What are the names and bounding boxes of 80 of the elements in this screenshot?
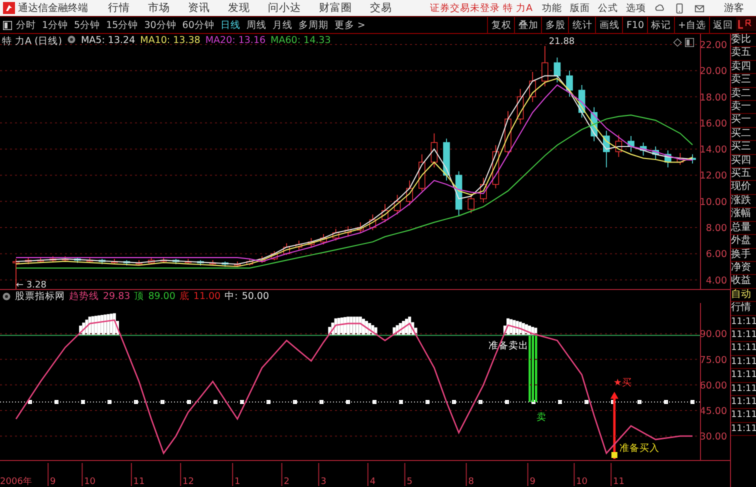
quote-label: 涨幅 (731, 208, 756, 222)
quote-label: 买三 (731, 141, 756, 155)
date-label: 4 (370, 477, 376, 487)
indicator-value: 底 (179, 290, 190, 303)
axis-label: 45.00 (700, 406, 727, 417)
indicator-value: 中: (224, 290, 238, 303)
quote-label: 卖三 (731, 74, 756, 88)
quote-label: 卖四 (731, 60, 756, 74)
quote-label: 买二 (731, 128, 756, 142)
trade-time: 11:11 (731, 422, 756, 436)
app-title: 通达信金融终端 (18, 2, 88, 15)
quote-label: 净资 (731, 262, 756, 276)
price-annotation: ← 3.28 (16, 280, 46, 289)
trade-time: 11:11 (731, 382, 756, 396)
stock-name: 特 力A (日线) (2, 35, 62, 48)
axis-label: 14.00 (700, 144, 727, 156)
axis-label: 90.00 (700, 329, 727, 340)
date-label: 1 (234, 477, 240, 487)
axis-label: 4.00 (706, 275, 727, 286)
indicator-value: 50.00 (242, 291, 270, 302)
axis-label: 10.00 (700, 196, 727, 208)
signal-mark: 卖 (536, 412, 547, 423)
quote-label: 换手 (731, 248, 756, 262)
date-label: 10 (84, 477, 96, 487)
quote-label: 卖五 (731, 47, 756, 61)
quote-label: 卖二 (731, 88, 756, 102)
login-status: 证券交易未登录 特 力A (430, 2, 533, 14)
trade-time: 11:11 (731, 316, 756, 329)
ma-value: MA20: 13.16 (205, 35, 266, 48)
quote-label: 外盘 (731, 235, 756, 248)
signal-label: 准备买入 (619, 443, 660, 454)
quote-label: 买一 (731, 114, 756, 128)
axis-label: 18.00 (700, 92, 727, 104)
indicator-value: 89.00 (148, 291, 176, 302)
quote-label: 涨跌 (731, 194, 756, 208)
axis-label: 16.00 (700, 118, 727, 130)
trade-time: 11:11 (731, 342, 756, 356)
indicator-value: 11.00 (193, 291, 221, 302)
trade-time: 11:11 (731, 328, 756, 342)
date-label: 5 (406, 477, 412, 487)
axis-label: 75.00 (700, 354, 727, 366)
quote-label: 委比 (731, 34, 756, 48)
indicator-name: 股票指标网 (15, 290, 65, 303)
date-label: 2006年 (0, 477, 32, 487)
trade-time: 11:11 (731, 396, 756, 410)
indicator-value: 顶 (134, 290, 144, 303)
quote-label: 行情 (731, 302, 756, 316)
axis-label: 6.00 (706, 249, 727, 260)
axis-label: 30.00 (700, 432, 727, 443)
date-label: 11 (133, 477, 145, 487)
series-name: 趋势线 (69, 290, 99, 303)
axis-label: 60.00 (700, 380, 727, 392)
quote-label: 自动 (731, 288, 756, 302)
ma-value: MA5: 13.24 (80, 35, 136, 48)
date-label: 3 (320, 477, 326, 487)
date-label: 10 (576, 477, 588, 487)
quote-label: 卖一 (731, 101, 756, 114)
date-label: 2 (284, 477, 290, 487)
price-annotation: 21.88 (548, 37, 575, 48)
date-label: 9 (530, 477, 536, 487)
axis-label: 20.00 (700, 66, 727, 78)
date-label: 12 (182, 477, 194, 487)
quote-label: 买四 (731, 154, 756, 168)
trade-time: 11:11 (731, 356, 756, 370)
ma-value: MA60: 14.33 (270, 35, 331, 48)
trade-time: 11:11 (731, 369, 756, 383)
indicator-value: 29.83 (103, 291, 130, 302)
quote-label: 收益 (731, 275, 756, 289)
axis-label: 22.00 (700, 40, 727, 51)
quote-label: 现价 (731, 181, 756, 195)
quote-label: 买五 (731, 168, 756, 182)
axis-label: 8.00 (706, 223, 727, 234)
ma-value: MA10: 13.38 (140, 35, 200, 48)
date-label: 11 (612, 477, 624, 487)
quote-label: 总量 (731, 222, 756, 236)
axis-label: 12.00 (700, 170, 727, 182)
date-label: 9 (50, 477, 56, 487)
signal-mark: ★买 (613, 378, 632, 389)
date-label: 8 (468, 477, 474, 487)
trade-time: 11:11 (731, 409, 756, 423)
